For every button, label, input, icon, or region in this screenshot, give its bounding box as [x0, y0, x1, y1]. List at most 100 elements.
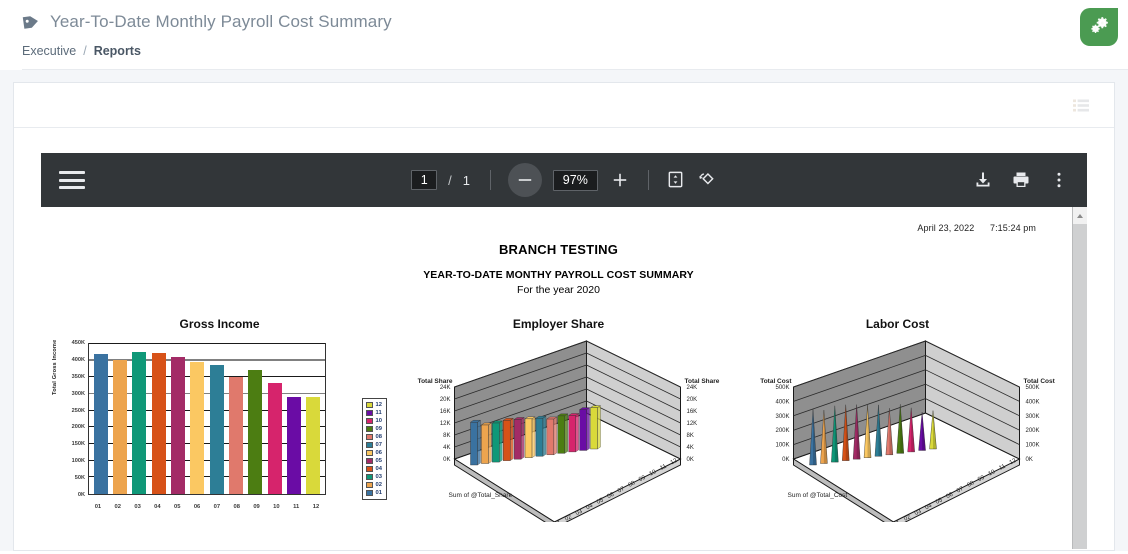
- legend-swatch: [365, 402, 373, 408]
- x-tick-label: 03: [134, 504, 141, 510]
- bar: [209, 364, 224, 494]
- y-tick-label: 400K: [71, 356, 85, 363]
- x-tick-label: 04: [154, 504, 161, 510]
- chart-text: Total Cost: [760, 378, 792, 385]
- scrollbar-thumb[interactable]: [1072, 224, 1087, 549]
- document-scrollbar[interactable]: [1072, 207, 1087, 549]
- chart-text: 100K: [775, 443, 789, 449]
- chart-text: 20K: [687, 397, 698, 403]
- legend-item: 05: [365, 457, 382, 465]
- page-number-input[interactable]: 1: [411, 170, 438, 190]
- x-tick-label: 11: [293, 504, 300, 510]
- chart-text: 100K: [1026, 443, 1040, 449]
- chart-title: Labor Cost: [865, 317, 930, 331]
- legend-swatch: [365, 490, 373, 496]
- fit-page-icon[interactable]: [666, 170, 686, 190]
- bar: [151, 353, 166, 494]
- report-title: YEAR-TO-DATE MONTHY PAYROLL COST SUMMARY: [423, 269, 694, 281]
- bar: [228, 376, 244, 494]
- chart-text: 400K: [1026, 399, 1040, 405]
- y-tick-label: 350K: [71, 373, 85, 380]
- list-icon[interactable]: [1073, 99, 1089, 112]
- chart-text: 300K: [1026, 414, 1040, 420]
- chart-text: 500K: [775, 385, 789, 391]
- settings-fab-button[interactable]: [1080, 8, 1118, 46]
- report-timestamp: April 23, 2022 7:15:24 pm: [917, 223, 1036, 233]
- chart-employer-share: Employer Share Total Share 0K 4K 8K 12K 16K 20…: [389, 317, 728, 522]
- rotate-icon[interactable]: [697, 170, 717, 190]
- chart-labor-cost: Labor Cost Total Cost 0K 100K 200K 300K 400K 5…: [728, 317, 1067, 522]
- chart-bars: [89, 344, 325, 494]
- legend-label: 08: [375, 434, 382, 440]
- chart-text: 400K: [775, 399, 789, 405]
- bar: [248, 370, 263, 494]
- legend-label: 03: [375, 474, 382, 480]
- y-tick-label: 450K: [71, 340, 85, 346]
- x-tick-label: 09: [253, 504, 260, 510]
- bar: [190, 361, 205, 494]
- bar: [170, 356, 186, 494]
- legend-label: 10: [375, 418, 382, 424]
- x-tick-label: 06: [193, 504, 201, 510]
- chart-text: Sum of @Total_Cost: [788, 492, 848, 499]
- legend-swatch: [365, 458, 373, 464]
- chart-3d-cones: Total Cost 0K 100K 200K 300K 400K 500K Total Co…: [728, 337, 1067, 522]
- pdf-viewer: 1 / 1 97% April 23, 2022 7:15:24 pm BRAN…: [41, 153, 1087, 549]
- chart-text: 12K: [440, 421, 451, 427]
- x-tick-label: 12: [312, 504, 320, 510]
- charts-row: Gross Income Total Gross Income 0K 50K 100…: [45, 317, 1072, 522]
- bar-chart: Total Gross Income 0K 50K 100K 150K 200K 250K…: [50, 340, 389, 518]
- legend-item: 08: [365, 433, 382, 441]
- chart-text: 16K: [440, 409, 451, 415]
- bar: [267, 383, 282, 494]
- y-tick-label: 250K: [71, 407, 85, 414]
- download-icon[interactable]: [973, 170, 993, 190]
- chart-y-ticks: 0K 50K 100K 150K 200K 250K 300K 350K 400K 450K: [50, 340, 88, 498]
- chart-3d-bars: Total Share 0K 4K 8K 12K 16K 20K 24K Total Share…: [389, 337, 728, 522]
- breadcrumb: Executive / Reports: [22, 44, 1128, 58]
- page-title: Year-To-Date Monthly Payroll Cost Summar…: [50, 12, 392, 31]
- chart-text: 8K: [687, 433, 694, 439]
- zoom-in-button[interactable]: [609, 169, 631, 191]
- legend-swatch: [365, 474, 373, 480]
- chart-text: 24K: [440, 385, 451, 391]
- chart-text: 4K: [687, 445, 694, 451]
- pdf-page: April 23, 2022 7:15:24 pm BRANCH TESTING…: [45, 212, 1072, 549]
- chart-text: Total Share: [685, 378, 720, 385]
- pdf-document-area: April 23, 2022 7:15:24 pm BRANCH TESTING…: [41, 207, 1087, 549]
- page-header: Year-To-Date Monthly Payroll Cost Summar…: [0, 0, 1128, 70]
- zoom-out-button[interactable]: [507, 163, 542, 197]
- legend-label: 11: [375, 410, 382, 416]
- legend-swatch: [365, 410, 373, 416]
- toolbar-divider-1: [489, 170, 491, 190]
- zoom-level-input[interactable]: 97%: [552, 169, 598, 191]
- chart-title: Employer Share: [512, 317, 605, 331]
- chart-text: 200K: [775, 428, 789, 434]
- page-title-row: Year-To-Date Monthly Payroll Cost Summar…: [22, 8, 1128, 36]
- breadcrumb-item-executive[interactable]: Executive: [22, 44, 76, 58]
- chart-text: 300K: [775, 414, 789, 420]
- hamburger-icon[interactable]: [59, 171, 85, 189]
- print-icon[interactable]: [1011, 170, 1031, 190]
- report-subtitle: For the year 2020: [517, 284, 600, 296]
- chart-text: 12K: [687, 421, 698, 427]
- page-body: 1 / 1 97% April 23, 2022 7:15:24 pm BRAN…: [0, 70, 1128, 551]
- scroll-up-button[interactable]: [1072, 207, 1087, 224]
- chart-text: 0K: [443, 457, 450, 463]
- chart-text: 16K: [687, 409, 698, 415]
- legend-item: 03: [365, 473, 382, 481]
- pdf-toolbar: 1 / 1 97%: [41, 153, 1087, 207]
- more-vertical-icon[interactable]: [1049, 170, 1069, 190]
- legend-item: 06: [365, 449, 382, 457]
- legend-label: 05: [375, 458, 382, 464]
- legend-swatch: [365, 434, 373, 440]
- chart-plot-area: [88, 343, 326, 495]
- x-tick-label: 05: [174, 504, 181, 510]
- legend-label: 01: [375, 490, 382, 496]
- legend-label: 07: [375, 442, 382, 448]
- card-toolbar: [14, 83, 1114, 128]
- legend-label: 12: [375, 402, 382, 408]
- report-card: 1 / 1 97% April 23, 2022 7:15:24 pm BRAN…: [13, 82, 1115, 551]
- legend-label: 09: [375, 426, 382, 432]
- chart-gross-income: Gross Income Total Gross Income 0K 50K 100…: [50, 317, 389, 522]
